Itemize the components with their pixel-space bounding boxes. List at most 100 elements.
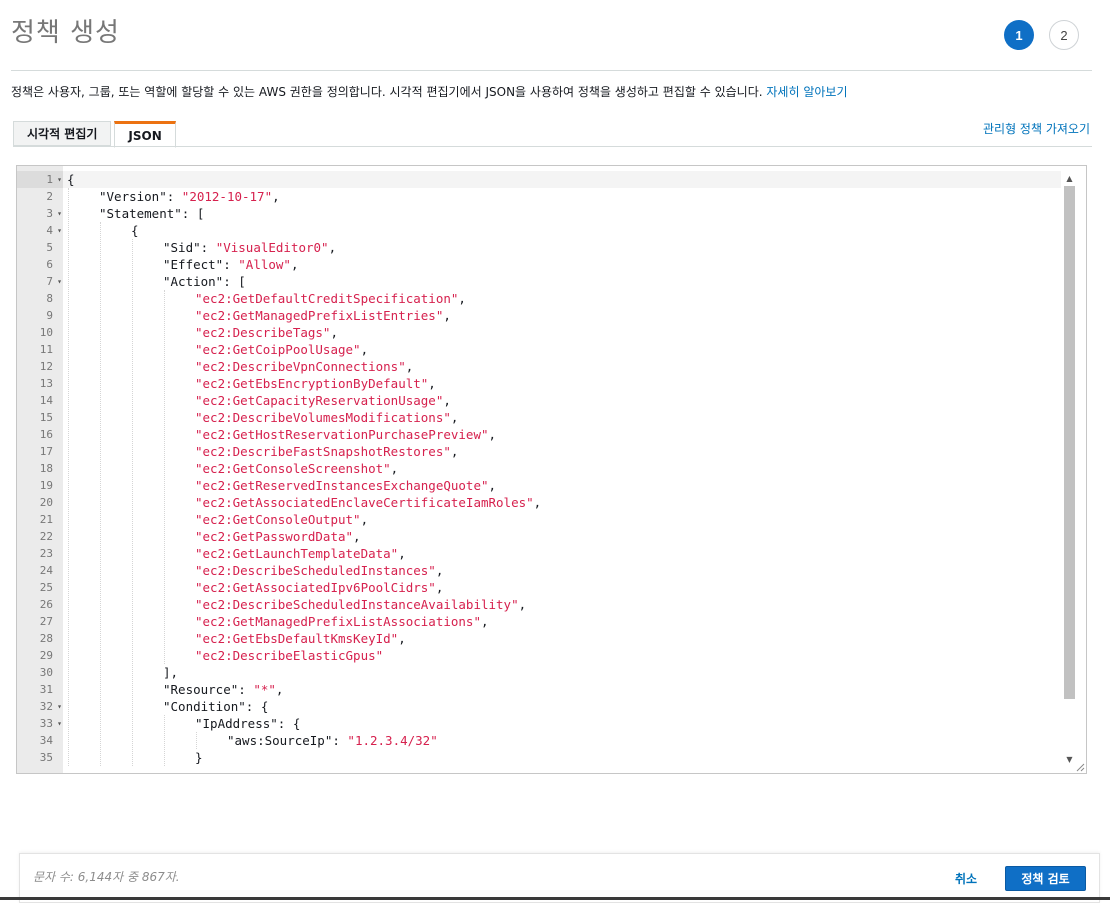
code-line[interactable]: 1 ▾{ [17,171,1061,188]
json-string: "ec2:GetEbsDefaultKmsKeyId" [195,631,399,646]
line-number-cell: 29 [17,647,63,664]
resize-handle-icon[interactable] [1075,762,1085,772]
code-line[interactable]: 19 "ec2:GetReservedInstancesExchangeQuote… [17,477,1061,494]
code-line[interactable]: 7 ▾ "Action": [ [17,273,1061,290]
line-number-cell: 23 [17,545,63,562]
code-line[interactable]: 20 "ec2:GetAssociatedEnclaveCertificateIa… [17,494,1061,511]
line-number-cell: 32 ▾ [17,698,63,715]
json-token: "Statement": [ [99,206,205,221]
json-token: { [67,172,75,187]
code-line[interactable]: 23 "ec2:GetLaunchTemplateData", [17,545,1061,562]
json-token: , [488,478,497,493]
scroll-up-arrow-icon[interactable]: ▲ [1062,171,1077,186]
code-line[interactable]: 30], [17,664,1061,681]
editor-scrollbar[interactable]: ▲ ▼ [1062,171,1077,767]
code-line[interactable]: 12 "ec2:DescribeVpnConnections", [17,358,1061,375]
code-line[interactable]: 13 "ec2:GetEbsEncryptionByDefault", [17,375,1061,392]
code-line[interactable]: 14 "ec2:GetCapacityReservationUsage", [17,392,1061,409]
code-line[interactable]: 11 "ec2:GetCoipPoolUsage", [17,341,1061,358]
page-title: 정책 생성 [11,18,120,48]
line-number-cell: 18 [17,460,63,477]
code-line[interactable]: 18 "ec2:GetConsoleScreenshot", [17,460,1061,477]
learn-more-link[interactable]: 자세히 알아보기 [766,85,847,99]
code-line[interactable]: 5 "Sid": "VisualEditor0", [17,239,1061,256]
code-line[interactable]: 22 "ec2:GetPasswordData", [17,528,1061,545]
code-text: "Resource": "*", [163,681,283,698]
line-number: 20 [39,496,53,509]
code-line[interactable]: 24 "ec2:DescribeScheduledInstances", [17,562,1061,579]
line-number-cell: 19 [17,477,63,494]
line-number-cell: 27 [17,613,63,630]
json-string: "ec2:GetAssociatedEnclaveCertificateIamR… [195,495,534,510]
line-number-cell: 17 [17,443,63,460]
line-number: 10 [39,326,53,339]
line-number-cell: 10 [17,324,63,341]
line-number-cell: 13 [17,375,63,392]
line-number-cell: 2 [17,188,63,205]
code-text: "ec2:GetCoipPoolUsage", [195,341,368,358]
line-number: 12 [39,360,53,373]
line-number-cell: 22 [17,528,63,545]
fold-toggle-icon[interactable]: ▾ [57,171,62,188]
fold-toggle-icon[interactable]: ▾ [57,698,62,715]
json-token: , [435,580,444,595]
line-number: 32 [39,700,53,713]
code-line[interactable]: 32 ▾ "Condition": { [17,698,1061,715]
code-line[interactable]: 29 "ec2:DescribeElasticGpus" [17,647,1061,664]
line-number: 15 [39,411,53,424]
code-text: "ec2:GetConsoleOutput", [195,511,368,528]
json-token: , [328,240,337,255]
code-line[interactable]: 34 "aws:SourceIp": "1.2.3.4/32" [17,732,1061,749]
line-number-cell: 16 [17,426,63,443]
scroll-thumb[interactable] [1064,186,1075,699]
code-line[interactable]: 15 "ec2:DescribeVolumesModifications", [17,409,1061,426]
fold-toggle-icon[interactable]: ▾ [57,273,62,290]
code-line[interactable]: 16 "ec2:GetHostReservationPurchasePreview… [17,426,1061,443]
code-line[interactable]: 26 "ec2:DescribeScheduledInstanceAvailabi… [17,596,1061,613]
code-line[interactable]: 21 "ec2:GetConsoleOutput", [17,511,1061,528]
code-line[interactable]: 33 ▾ "IpAddress": { [17,715,1061,732]
code-line[interactable]: 4 ▾{ [17,222,1061,239]
review-policy-button[interactable]: 정책 검토 [1005,866,1086,891]
code-line[interactable]: 31 "Resource": "*", [17,681,1061,698]
code-text: } [195,749,203,766]
json-string: "ec2:DescribeScheduledInstanceAvailabili… [195,597,519,612]
code-line[interactable]: 27 "ec2:GetManagedPrefixListAssociations"… [17,613,1061,630]
line-number: 28 [39,632,53,645]
code-line[interactable]: 8 "ec2:GetDefaultCreditSpecification", [17,290,1061,307]
fold-toggle-icon[interactable]: ▾ [57,715,62,732]
code-line[interactable]: 35} [17,749,1061,766]
line-number-cell: 35 [17,749,63,766]
code-area[interactable]: 1 ▾{2 "Version": "2012-10-17", 3 ▾ "Statement… [17,171,1061,766]
json-token: , [360,342,369,357]
json-string: "ec2:DescribeVpnConnections" [195,359,406,374]
fold-toggle-icon[interactable]: ▾ [57,222,62,239]
code-line[interactable]: 2 "Version": "2012-10-17", [17,188,1061,205]
code-line[interactable]: 17 "ec2:DescribeFastSnapshotRestores", [17,443,1061,460]
code-line[interactable]: 28 "ec2:GetEbsDefaultKmsKeyId", [17,630,1061,647]
cancel-button[interactable]: 취소 [955,870,977,887]
code-line[interactable]: 10 "ec2:DescribeTags", [17,324,1061,341]
tab-visual-editor[interactable]: 시각적 편집기 [13,121,112,146]
json-editor[interactable]: 1 ▾{2 "Version": "2012-10-17", 3 ▾ "Statement… [16,165,1087,774]
json-string: "ec2:GetDefaultCreditSpecification" [195,291,459,306]
json-string: "ec2:GetConsoleOutput" [195,512,361,527]
code-line[interactable]: 25 "ec2:GetAssociatedIpv6PoolCidrs", [17,579,1061,596]
import-managed-policy-link[interactable]: 관리형 정책 가져오기 [983,120,1090,137]
title-divider [11,70,1092,71]
json-token: , [360,512,369,527]
line-number: 35 [39,751,53,764]
json-token: "aws:SourceIp": [227,733,348,748]
code-line[interactable]: 6 "Effect": "Allow", [17,256,1061,273]
code-text: "ec2:GetAssociatedEnclaveCertificateIamR… [195,494,541,511]
line-number-cell: 12 [17,358,63,375]
code-text: "ec2:DescribeFastSnapshotRestores", [195,443,458,460]
code-line[interactable]: 3 ▾ "Statement": [ [17,205,1061,222]
code-line[interactable]: 9 "ec2:GetManagedPrefixListEntries", [17,307,1061,324]
step-2: 2 [1049,20,1079,50]
json-string: "ec2:DescribeFastSnapshotRestores" [195,444,451,459]
tab-json[interactable]: JSON [114,121,176,148]
code-text: "ec2:DescribeVolumesModifications", [195,409,458,426]
fold-toggle-icon[interactable]: ▾ [57,205,62,222]
json-token: , [405,359,414,374]
